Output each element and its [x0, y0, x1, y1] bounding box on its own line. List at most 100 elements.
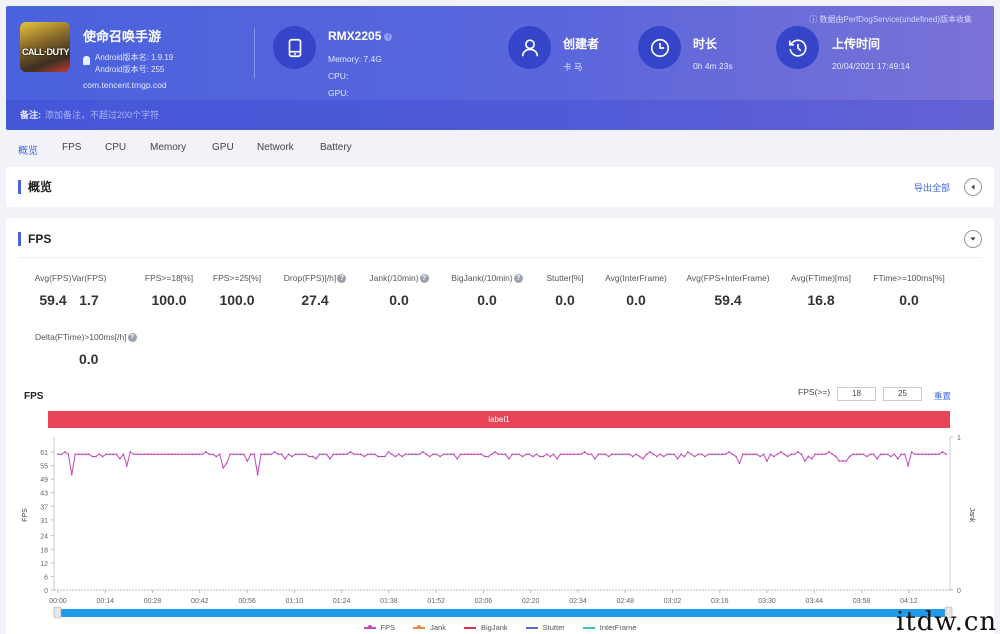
fps-card: FPS Avg(FPS) 59.4 Var(FPS) 1.7 FPS>=18[%] 100…: [6, 218, 994, 634]
creator-title: 创建者: [563, 37, 600, 51]
fps-data-point: [215, 455, 218, 458]
fps-data-point: [132, 453, 135, 456]
fps-data-point: [122, 453, 125, 456]
x-tick-label: 01:24: [333, 598, 351, 605]
note-label: 备注:: [20, 110, 41, 120]
fps-data-point: [938, 453, 941, 456]
y-tick-label: 24: [40, 534, 48, 541]
info-icon[interactable]: i: [384, 32, 393, 41]
fps-data-point: [139, 453, 142, 456]
fps-data-point: [669, 453, 672, 456]
overview-title: 概览: [18, 180, 52, 194]
fps-data-point: [101, 455, 104, 458]
tab-cpu[interactable]: CPU: [105, 142, 126, 153]
fps-data-point: [63, 451, 66, 453]
tab-network[interactable]: Network: [257, 142, 294, 153]
export-all-link[interactable]: 导出全部: [914, 181, 950, 194]
fps-data-point: [652, 453, 655, 456]
upload-value: 20/04/2021 17:49:14: [832, 61, 910, 71]
fps-data-point: [349, 451, 352, 453]
fps-series-line: [58, 451, 947, 475]
fps-data-point: [356, 453, 359, 456]
zoom-handle-left[interactable]: [53, 606, 62, 619]
chart-legend: FPS Jank BigJank Stutter InterFrame: [6, 623, 994, 632]
y-tick-label: 61: [40, 450, 48, 457]
legend-item-interframe[interactable]: InterFrame: [582, 623, 636, 632]
note-field[interactable]: 备注: 添加备注，不超过200个字符: [6, 100, 994, 130]
fps-data-point: [535, 453, 538, 456]
legend-item-bigjank[interactable]: BigJank: [463, 623, 508, 632]
fps-data-point: [112, 453, 114, 456]
x-tick-label: 00:56: [238, 598, 256, 605]
fps-data-point: [545, 453, 548, 456]
fps-data-point: [404, 453, 407, 456]
android-version-name: Android版本名: 1.9.19: [95, 53, 174, 62]
device-memory: Memory: 7.4G: [328, 54, 382, 64]
fps-data-point: [387, 451, 390, 453]
fps-data-point: [745, 453, 748, 456]
x-tick-label: 02:06: [475, 598, 493, 605]
fps-data-point: [518, 453, 521, 456]
fps-data-point: [521, 455, 524, 458]
fps-data-point: [683, 455, 686, 458]
fps-data-point: [721, 453, 724, 456]
fps-data-point: [934, 453, 937, 456]
zoom-slider-track[interactable]: [57, 609, 948, 617]
fps-data-point: [415, 453, 417, 456]
y-tick-label: 0: [44, 588, 48, 595]
fps-data-point: [353, 453, 355, 456]
fps-data-point: [686, 451, 689, 453]
fps-data-point: [680, 453, 682, 456]
fps-data-point: [704, 455, 706, 458]
fps-data-point: [773, 455, 775, 458]
x-tick-label: 03:30: [758, 598, 776, 605]
fps-data-point: [569, 453, 572, 456]
fps-data-point: [893, 453, 896, 456]
fps-data-point: [57, 453, 59, 456]
fps-data-point: [769, 453, 772, 456]
fps-data-point: [280, 453, 283, 456]
fps-data-point: [921, 453, 923, 456]
fps-data-point: [766, 460, 768, 462]
fps-data-point: [700, 453, 703, 456]
device-cpu: CPU:: [328, 71, 349, 81]
tab-battery[interactable]: Battery: [320, 142, 352, 153]
fps-data-point: [260, 453, 262, 456]
fps-data-point: [218, 453, 221, 456]
fps-data-point: [143, 453, 145, 456]
fps-data-point: [776, 453, 779, 456]
collapse-toggle-button[interactable]: [964, 178, 982, 196]
legend-swatch: [363, 625, 376, 630]
header-info: CALL·DUTY 使命召唤手游 Android版本名: 1.9.19 Andr…: [6, 6, 994, 100]
fps-data-point: [384, 455, 386, 458]
fps-data-point: [60, 453, 63, 456]
fps-data-point: [88, 453, 90, 456]
fps-data-point: [284, 457, 287, 460]
device-icon-circle: [273, 26, 316, 69]
fps-data-point: [174, 453, 176, 456]
fps-data-point: [160, 453, 163, 456]
tab-memory[interactable]: Memory: [150, 142, 186, 153]
legend-item-fps[interactable]: FPS: [363, 623, 395, 632]
x-tick-label: 03:58: [853, 598, 871, 605]
fps-data-point: [304, 453, 307, 456]
fps-data-point: [418, 453, 421, 456]
fps-data-point: [735, 455, 737, 458]
x-tick-label: 01:52: [427, 598, 445, 605]
fps-data-point: [205, 451, 207, 453]
fps-data-point: [267, 453, 269, 456]
fps-data-point: [862, 453, 865, 456]
y-axis-label: FPS: [22, 508, 29, 522]
legend-item-jank[interactable]: Jank: [413, 623, 446, 632]
fps-data-point: [831, 453, 834, 456]
fps-data-point: [332, 453, 335, 456]
caret-left-icon: [971, 184, 975, 190]
tab-fps[interactable]: FPS: [62, 142, 81, 153]
tab-overview[interactable]: 概览: [18, 142, 38, 157]
legend-item-stutter[interactable]: Stutter: [525, 623, 565, 632]
tab-gpu[interactable]: GPU: [212, 142, 234, 153]
fps-data-point: [439, 455, 441, 458]
fps-data-point: [759, 455, 762, 458]
note-placeholder[interactable]: 添加备注，不超过200个字符: [45, 110, 159, 120]
fps-data-point: [459, 453, 462, 456]
